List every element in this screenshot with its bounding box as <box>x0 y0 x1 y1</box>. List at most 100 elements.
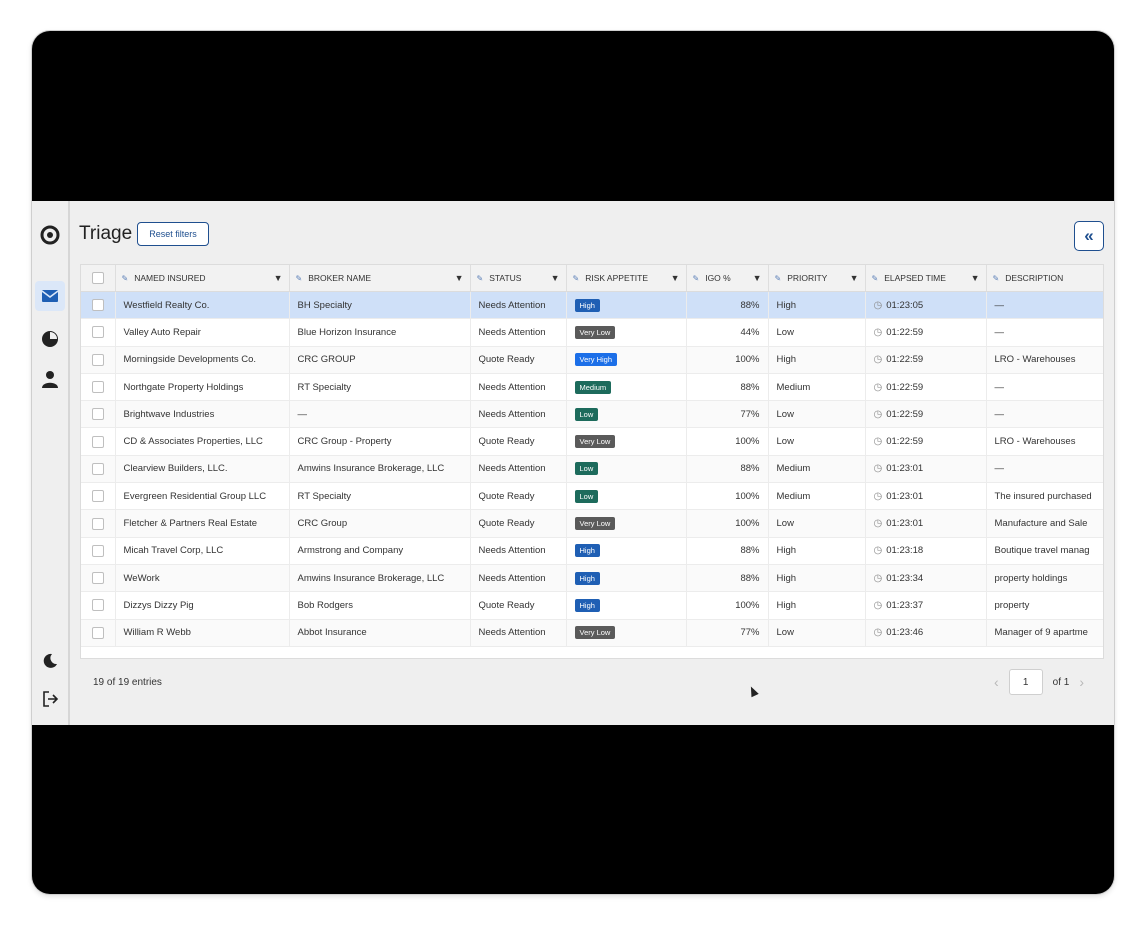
filter-icon[interactable]: ▼ <box>753 273 762 283</box>
prev-page-icon[interactable]: ‹ <box>994 674 999 690</box>
row-checkbox[interactable] <box>91 599 104 612</box>
priority-cell: Low <box>768 400 866 429</box>
row-checkbox[interactable] <box>91 544 104 557</box>
igo-cell: 100% <box>686 427 769 456</box>
analytics-icon[interactable] <box>38 327 62 351</box>
description-cell: — <box>986 318 1103 347</box>
elapsed-time-value: 01:22:59 <box>886 354 924 366</box>
table-row[interactable]: Micah Travel Corp, LLC Armstrong and Comp… <box>81 537 1103 565</box>
risk-badge: Very Low <box>574 626 616 640</box>
table-row[interactable]: William R Webb Abbot Insurance Needs Atten… <box>81 619 1103 647</box>
table-row[interactable]: CD & Associates Properties, LLC CRC Group… <box>81 427 1103 456</box>
status-cell: Needs Attention <box>470 455 567 484</box>
row-checkbox[interactable] <box>91 572 104 585</box>
row-select-cell[interactable] <box>81 455 116 484</box>
table-row[interactable]: WeWork Amwins Insurance Brokerage, LLC Nee… <box>81 564 1103 593</box>
column-header-risk-appetite[interactable]: ✎ RISK APPETITE ▼ <box>566 265 687 292</box>
clock-icon: ◷ <box>873 518 883 530</box>
row-select-cell[interactable] <box>81 537 116 565</box>
column-header-igo[interactable]: ✎ IGO % ▼ <box>686 265 769 292</box>
table-row[interactable]: Dizzys Dizzy Pig Bob Rodgers Quote Ready Hi… <box>81 591 1103 620</box>
filter-active-icon[interactable]: ▼ <box>551 273 560 283</box>
pin-icon[interactable]: ✎ <box>993 274 1000 283</box>
column-header-elapsed-time[interactable]: ✎ ELAPSED TIME ▼ <box>865 265 987 292</box>
risk-appetite-cell: Very Low <box>566 619 687 647</box>
filter-icon[interactable]: ▼ <box>671 273 680 283</box>
table-row[interactable]: Northgate Property Holdings RT Specialty N… <box>81 373 1103 402</box>
row-checkbox[interactable] <box>91 462 104 475</box>
priority-cell: High <box>768 346 866 374</box>
row-checkbox[interactable] <box>91 299 104 312</box>
igo-cell: 88% <box>686 537 769 565</box>
table-row[interactable]: Evergreen Residential Group LLC RT Specia… <box>81 482 1103 511</box>
table-row[interactable]: Westfield Realty Co. BH Specialty Needs At… <box>81 291 1103 320</box>
row-checkbox[interactable] <box>91 517 104 530</box>
row-select-cell[interactable] <box>81 482 116 511</box>
elapsed-time-cell: ◷ 01:23:01 <box>865 482 987 511</box>
clock-icon: ◷ <box>873 354 883 366</box>
row-select-cell[interactable] <box>81 509 116 538</box>
row-checkbox[interactable] <box>91 435 104 448</box>
pin-icon[interactable]: ✎ <box>775 274 782 283</box>
row-checkbox[interactable] <box>91 626 104 639</box>
filter-icon[interactable]: ▼ <box>971 273 980 283</box>
row-select-cell[interactable] <box>81 591 116 620</box>
row-checkbox[interactable] <box>91 381 104 394</box>
pin-icon[interactable]: ✎ <box>477 274 484 283</box>
filter-icon[interactable]: ▼ <box>274 273 283 283</box>
filter-icon[interactable]: ▼ <box>455 273 464 283</box>
row-select-cell[interactable] <box>81 619 116 647</box>
column-header-named-insured[interactable]: ✎ NAMED INSURED ▼ <box>115 265 290 292</box>
row-checkbox[interactable] <box>91 408 104 421</box>
table-row[interactable]: Brightwave Industries — Needs Attention Low… <box>81 400 1103 429</box>
row-checkbox[interactable] <box>91 353 104 366</box>
column-header-status[interactable]: ✎ STATUS ▼ <box>470 265 567 292</box>
pin-icon[interactable]: ✎ <box>872 274 879 283</box>
pin-icon[interactable]: ✎ <box>296 274 303 283</box>
status-cell: Needs Attention <box>470 318 567 347</box>
pin-icon[interactable]: ✎ <box>122 274 129 283</box>
table-row[interactable]: Valley Auto Repair Blue Horizon Insurance… <box>81 318 1103 347</box>
user-icon[interactable] <box>38 367 62 391</box>
page-number-input[interactable]: 1 <box>1008 669 1043 695</box>
priority-cell: High <box>768 537 866 565</box>
row-checkbox[interactable] <box>91 326 104 339</box>
pin-icon[interactable]: ✎ <box>573 274 580 283</box>
row-select-cell[interactable] <box>81 373 116 402</box>
row-select-cell[interactable] <box>81 318 116 347</box>
row-select-cell[interactable] <box>81 564 116 593</box>
row-select-cell[interactable] <box>81 291 116 320</box>
risk-badge: Low <box>574 489 599 503</box>
risk-appetite-cell: High <box>566 291 687 320</box>
select-all-header[interactable] <box>81 265 116 292</box>
logo-icon[interactable] <box>38 223 62 247</box>
reset-filters-button[interactable]: Reset filters <box>137 222 209 246</box>
status-cell: Needs Attention <box>470 537 567 565</box>
priority-cell: High <box>768 291 866 320</box>
risk-badge: Low <box>574 462 599 476</box>
inbox-icon[interactable] <box>35 281 65 311</box>
priority-cell: High <box>768 591 866 620</box>
broker-name-cell: Blue Horizon Insurance <box>289 318 471 347</box>
column-header-priority[interactable]: ✎ PRIORITY ▼ <box>768 265 866 292</box>
table-row[interactable]: Morningside Developments Co. CRC GROUP Quo… <box>81 346 1103 374</box>
pin-icon[interactable]: ✎ <box>693 274 700 283</box>
filter-icon[interactable]: ▼ <box>850 273 859 283</box>
risk-appetite-cell: High <box>566 591 687 620</box>
description-cell: property holdings <box>986 564 1103 593</box>
row-checkbox[interactable] <box>91 490 104 503</box>
column-header-description[interactable]: ✎ DESCRIPTION <box>986 265 1103 292</box>
row-select-cell[interactable] <box>81 400 116 429</box>
dark-mode-icon[interactable] <box>38 649 62 673</box>
table-row[interactable]: Clearview Builders, LLC. Amwins Insurance… <box>81 455 1103 484</box>
named-insured-cell: Westfield Realty Co. <box>115 291 290 320</box>
page-title: Triage <box>79 223 133 244</box>
row-select-cell[interactable] <box>81 346 116 374</box>
next-page-icon[interactable]: › <box>1079 674 1084 690</box>
row-select-cell[interactable] <box>81 427 116 456</box>
select-all-checkbox[interactable] <box>91 272 104 284</box>
column-header-broker-name[interactable]: ✎ BROKER NAME ▼ <box>289 265 471 292</box>
logout-icon[interactable] <box>38 687 62 711</box>
table-row[interactable]: Fletcher & Partners Real Estate CRC Group… <box>81 509 1103 538</box>
collapse-panel-button[interactable]: « <box>1074 221 1104 251</box>
